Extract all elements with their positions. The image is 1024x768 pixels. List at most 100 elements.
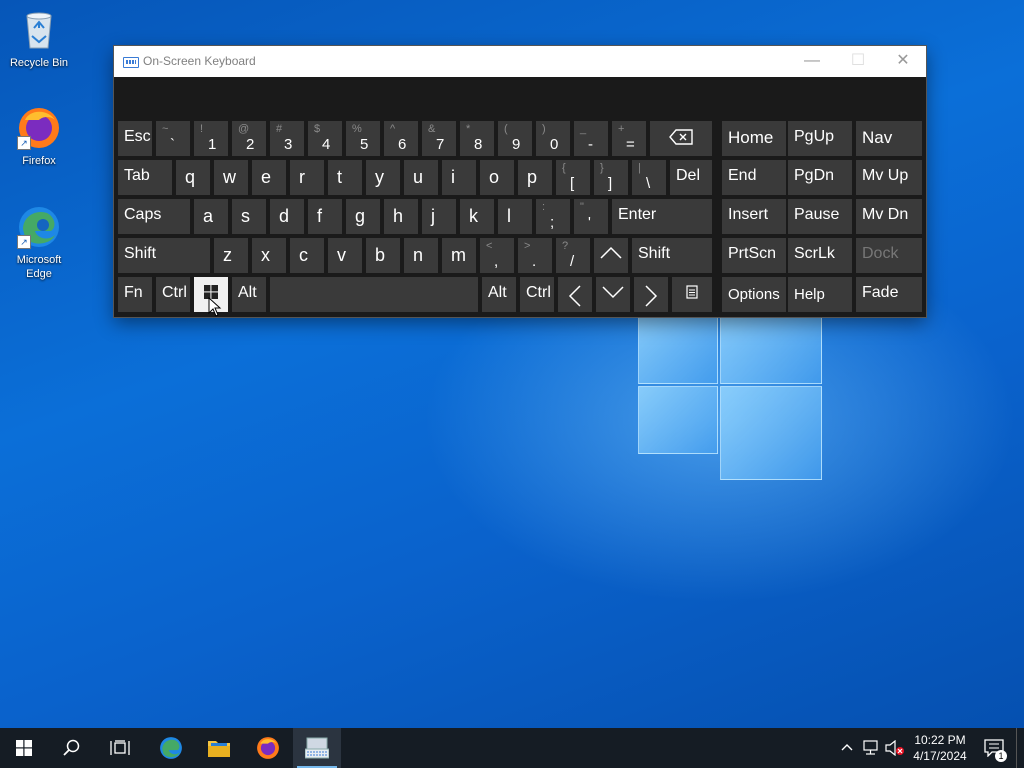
key-label: o bbox=[489, 167, 500, 187]
key-t[interactable]: t bbox=[328, 160, 362, 195]
key--[interactable]: | \ bbox=[632, 160, 666, 195]
key-pgup[interactable]: PgUp bbox=[788, 121, 852, 156]
taskbar-on-screen-keyboard[interactable] bbox=[293, 728, 341, 768]
key-ctrl[interactable]: Ctrl bbox=[156, 277, 190, 312]
key--[interactable]: ? / bbox=[556, 238, 590, 273]
arrow-right-key[interactable] bbox=[634, 277, 668, 312]
key-alt[interactable]: Alt bbox=[232, 277, 266, 312]
key-m[interactable]: m bbox=[442, 238, 476, 273]
key-caps[interactable]: Caps bbox=[118, 199, 190, 234]
key-scrlk[interactable]: ScrLk bbox=[788, 238, 852, 273]
key-n[interactable]: n bbox=[404, 238, 438, 273]
key--[interactable]: _ - bbox=[574, 121, 608, 156]
key-y[interactable]: y bbox=[366, 160, 400, 195]
key-g[interactable]: g bbox=[346, 199, 380, 234]
arrow-up-key[interactable] bbox=[594, 238, 628, 273]
key-options[interactable]: Options bbox=[722, 277, 786, 312]
key-shift[interactable]: Shift bbox=[632, 238, 712, 273]
clock[interactable]: 10:22 PM 4/17/2024 bbox=[905, 732, 975, 764]
key-k[interactable]: k bbox=[460, 199, 494, 234]
key-p[interactable]: p bbox=[518, 160, 552, 195]
key-insert[interactable]: Insert bbox=[722, 199, 786, 234]
key-z[interactable]: z bbox=[214, 238, 248, 273]
key--[interactable]: >. bbox=[518, 238, 552, 273]
action-center-button[interactable]: 1 bbox=[980, 728, 1008, 768]
key-end[interactable]: End bbox=[722, 160, 786, 195]
minimize-button[interactable]: — bbox=[789, 46, 835, 77]
network-tray-button[interactable] bbox=[860, 728, 880, 768]
key-fn[interactable]: Fn bbox=[118, 277, 152, 312]
arrow-left-key[interactable] bbox=[558, 277, 592, 312]
key-home[interactable]: Home bbox=[722, 121, 786, 156]
arrow-down-key[interactable] bbox=[596, 277, 630, 312]
search-button[interactable] bbox=[48, 728, 96, 768]
taskbar-edge[interactable] bbox=[147, 728, 195, 768]
key-v[interactable]: v bbox=[328, 238, 362, 273]
key-b[interactable]: b bbox=[366, 238, 400, 273]
key-nav[interactable]: Nav bbox=[856, 121, 922, 156]
key-4[interactable]: $4 bbox=[308, 121, 342, 156]
key-enter[interactable]: Enter bbox=[612, 199, 712, 234]
desktop-icon-firefox[interactable]: ↗ Firefox bbox=[4, 106, 74, 168]
key-alt[interactable]: Alt bbox=[482, 277, 516, 312]
key-6[interactable]: ^ 6 bbox=[384, 121, 418, 156]
task-view-button[interactable] bbox=[96, 728, 144, 768]
key-c[interactable]: c bbox=[290, 238, 324, 273]
key-q[interactable]: q bbox=[176, 160, 210, 195]
key-help[interactable]: Help bbox=[788, 277, 852, 312]
key-u[interactable]: u bbox=[404, 160, 438, 195]
key-l[interactable]: l bbox=[498, 199, 532, 234]
key-w[interactable]: w bbox=[214, 160, 248, 195]
key-i[interactable]: i bbox=[442, 160, 476, 195]
desktop-icon-recycle-bin[interactable]: Recycle Bin bbox=[4, 8, 74, 70]
key-d[interactable]: d bbox=[270, 199, 304, 234]
menu-key[interactable] bbox=[672, 277, 712, 312]
key-e[interactable]: e bbox=[252, 160, 286, 195]
key-o[interactable]: o bbox=[480, 160, 514, 195]
key-7[interactable]: & 7 bbox=[422, 121, 456, 156]
key-mv-up[interactable]: Mv Up bbox=[856, 160, 922, 195]
key--[interactable]: + = bbox=[612, 121, 646, 156]
key-pgdn[interactable]: PgDn bbox=[788, 160, 852, 195]
volume-tray-button[interactable] bbox=[884, 728, 904, 768]
key-esc[interactable]: Esc bbox=[118, 121, 152, 156]
show-desktop-button[interactable] bbox=[1016, 728, 1024, 768]
key-r[interactable]: r bbox=[290, 160, 324, 195]
key--[interactable]: }] bbox=[594, 160, 628, 195]
key-prtscn[interactable]: PrtScn bbox=[722, 238, 786, 273]
key-3[interactable]: #3 bbox=[270, 121, 304, 156]
taskbar-firefox[interactable] bbox=[244, 728, 292, 768]
title-bar[interactable]: On-Screen Keyboard — ☐ ✕ bbox=[114, 46, 926, 77]
key--[interactable]: {[ bbox=[556, 160, 590, 195]
key-mv-dn[interactable]: Mv Dn bbox=[856, 199, 922, 234]
backspace-key[interactable] bbox=[650, 121, 712, 156]
key-ctrl[interactable]: Ctrl bbox=[520, 277, 554, 312]
key-tab[interactable]: Tab bbox=[118, 160, 172, 195]
key-pause[interactable]: Pause bbox=[788, 199, 852, 234]
space-bar[interactable] bbox=[270, 277, 478, 312]
key--[interactable]: " ' bbox=[574, 199, 608, 234]
key-h[interactable]: h bbox=[384, 199, 418, 234]
key-s[interactable]: s bbox=[232, 199, 266, 234]
desktop-icon-edge[interactable]: ↗ Microsoft Edge bbox=[4, 205, 74, 281]
key-j[interactable]: j bbox=[422, 199, 456, 234]
key-x[interactable]: x bbox=[252, 238, 286, 273]
key--[interactable]: <, bbox=[480, 238, 514, 273]
show-hidden-icons-button[interactable] bbox=[838, 728, 856, 768]
key-5[interactable]: % 5 bbox=[346, 121, 380, 156]
key--[interactable]: ~ ` bbox=[156, 121, 190, 156]
key-8[interactable]: * 8 bbox=[460, 121, 494, 156]
key-2[interactable]: @2 bbox=[232, 121, 266, 156]
key-0[interactable]: ) 0 bbox=[536, 121, 570, 156]
key-fade[interactable]: Fade bbox=[856, 277, 922, 312]
key-a[interactable]: a bbox=[194, 199, 228, 234]
key-9[interactable]: (9 bbox=[498, 121, 532, 156]
key-del[interactable]: Del bbox=[670, 160, 712, 195]
key-f[interactable]: f bbox=[308, 199, 342, 234]
start-button[interactable] bbox=[0, 728, 48, 768]
key-1[interactable]: ! 1 bbox=[194, 121, 228, 156]
key--[interactable]: :; bbox=[536, 199, 570, 234]
key-shift[interactable]: Shift bbox=[118, 238, 210, 273]
taskbar-file-explorer[interactable] bbox=[195, 728, 243, 768]
close-button[interactable]: ✕ bbox=[880, 46, 926, 77]
